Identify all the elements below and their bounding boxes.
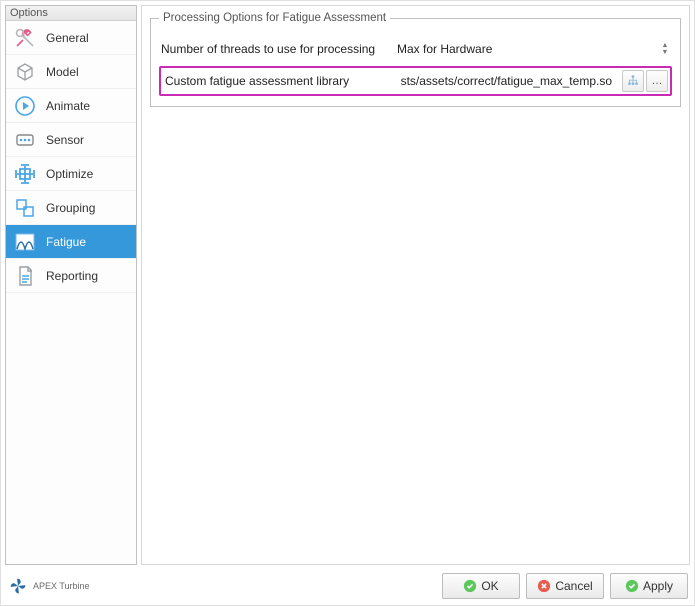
sidebar-item-label: Model: [46, 65, 79, 79]
threads-label: Number of threads to use for processing: [159, 42, 387, 56]
model-icon: [12, 59, 38, 85]
sidebar-item-sensor[interactable]: Sensor: [6, 123, 136, 157]
spinner-down-icon[interactable]: ▼: [658, 50, 672, 56]
apex-turbine-icon: [7, 575, 29, 597]
threads-value[interactable]: Max for Hardware: [393, 38, 652, 60]
threads-row: Number of threads to use for processing …: [159, 36, 672, 62]
sidebar-title: Options: [6, 6, 136, 21]
spinner-up-icon[interactable]: ▲: [658, 43, 672, 49]
library-browse-button[interactable]: …: [646, 70, 668, 92]
main-row: Options General Model Animate: [1, 1, 694, 569]
library-row-buttons: …: [622, 70, 668, 92]
animate-icon: [12, 93, 38, 119]
sidebar-item-label: Fatigue: [46, 235, 86, 249]
reporting-icon: [12, 263, 38, 289]
library-label: Custom fatigue assessment library: [163, 74, 391, 88]
brand-text: APEX Turbine: [33, 581, 90, 591]
sidebar-item-reporting[interactable]: Reporting: [6, 259, 136, 293]
ellipsis-icon: …: [652, 75, 663, 87]
sidebar-item-label: General: [46, 31, 89, 45]
sidebar-item-optimize[interactable]: Optimize: [6, 157, 136, 191]
sidebar-item-label: Optimize: [46, 167, 93, 181]
grouping-icon: [12, 195, 38, 221]
cancel-label: Cancel: [555, 579, 592, 593]
sidebar-item-general[interactable]: General: [6, 21, 136, 55]
fatigue-icon: [12, 229, 38, 255]
options-dialog: Options General Model Animate: [0, 0, 695, 606]
check-icon: [463, 579, 477, 593]
library-row: Custom fatigue assessment library …: [159, 66, 672, 96]
ok-button[interactable]: OK: [442, 573, 520, 599]
ok-label: OK: [481, 579, 498, 593]
content-panel: Processing Options for Fatigue Assessmen…: [141, 5, 690, 565]
threads-spinner[interactable]: ▲ ▼: [658, 43, 672, 56]
sidebar-item-fatigue[interactable]: Fatigue: [6, 225, 136, 259]
cross-icon: [537, 579, 551, 593]
sidebar-item-label: Sensor: [46, 133, 84, 147]
general-icon: [12, 25, 38, 51]
sidebar-item-label: Reporting: [46, 269, 98, 283]
fatigue-options-group: Processing Options for Fatigue Assessmen…: [150, 12, 681, 107]
sidebar-item-grouping[interactable]: Grouping: [6, 191, 136, 225]
sidebar-item-model[interactable]: Model: [6, 55, 136, 89]
check-icon: [625, 579, 639, 593]
brand-logo: APEX Turbine: [7, 575, 90, 597]
library-input[interactable]: [397, 70, 616, 92]
sidebar-item-label: Animate: [46, 99, 90, 113]
optimize-icon: [12, 161, 38, 187]
sidebar-item-animate[interactable]: Animate: [6, 89, 136, 123]
apply-button[interactable]: Apply: [610, 573, 688, 599]
library-tree-button[interactable]: [622, 70, 644, 92]
apply-label: Apply: [643, 579, 673, 593]
dialog-footer: APEX Turbine OK Cancel Apply: [1, 569, 694, 605]
sensor-icon: [12, 127, 38, 153]
sidebar-item-label: Grouping: [46, 201, 95, 215]
group-legend: Processing Options for Fatigue Assessmen…: [159, 12, 390, 24]
cancel-button[interactable]: Cancel: [526, 573, 604, 599]
tree-icon: [626, 74, 640, 88]
sidebar: Options General Model Animate: [5, 5, 137, 565]
